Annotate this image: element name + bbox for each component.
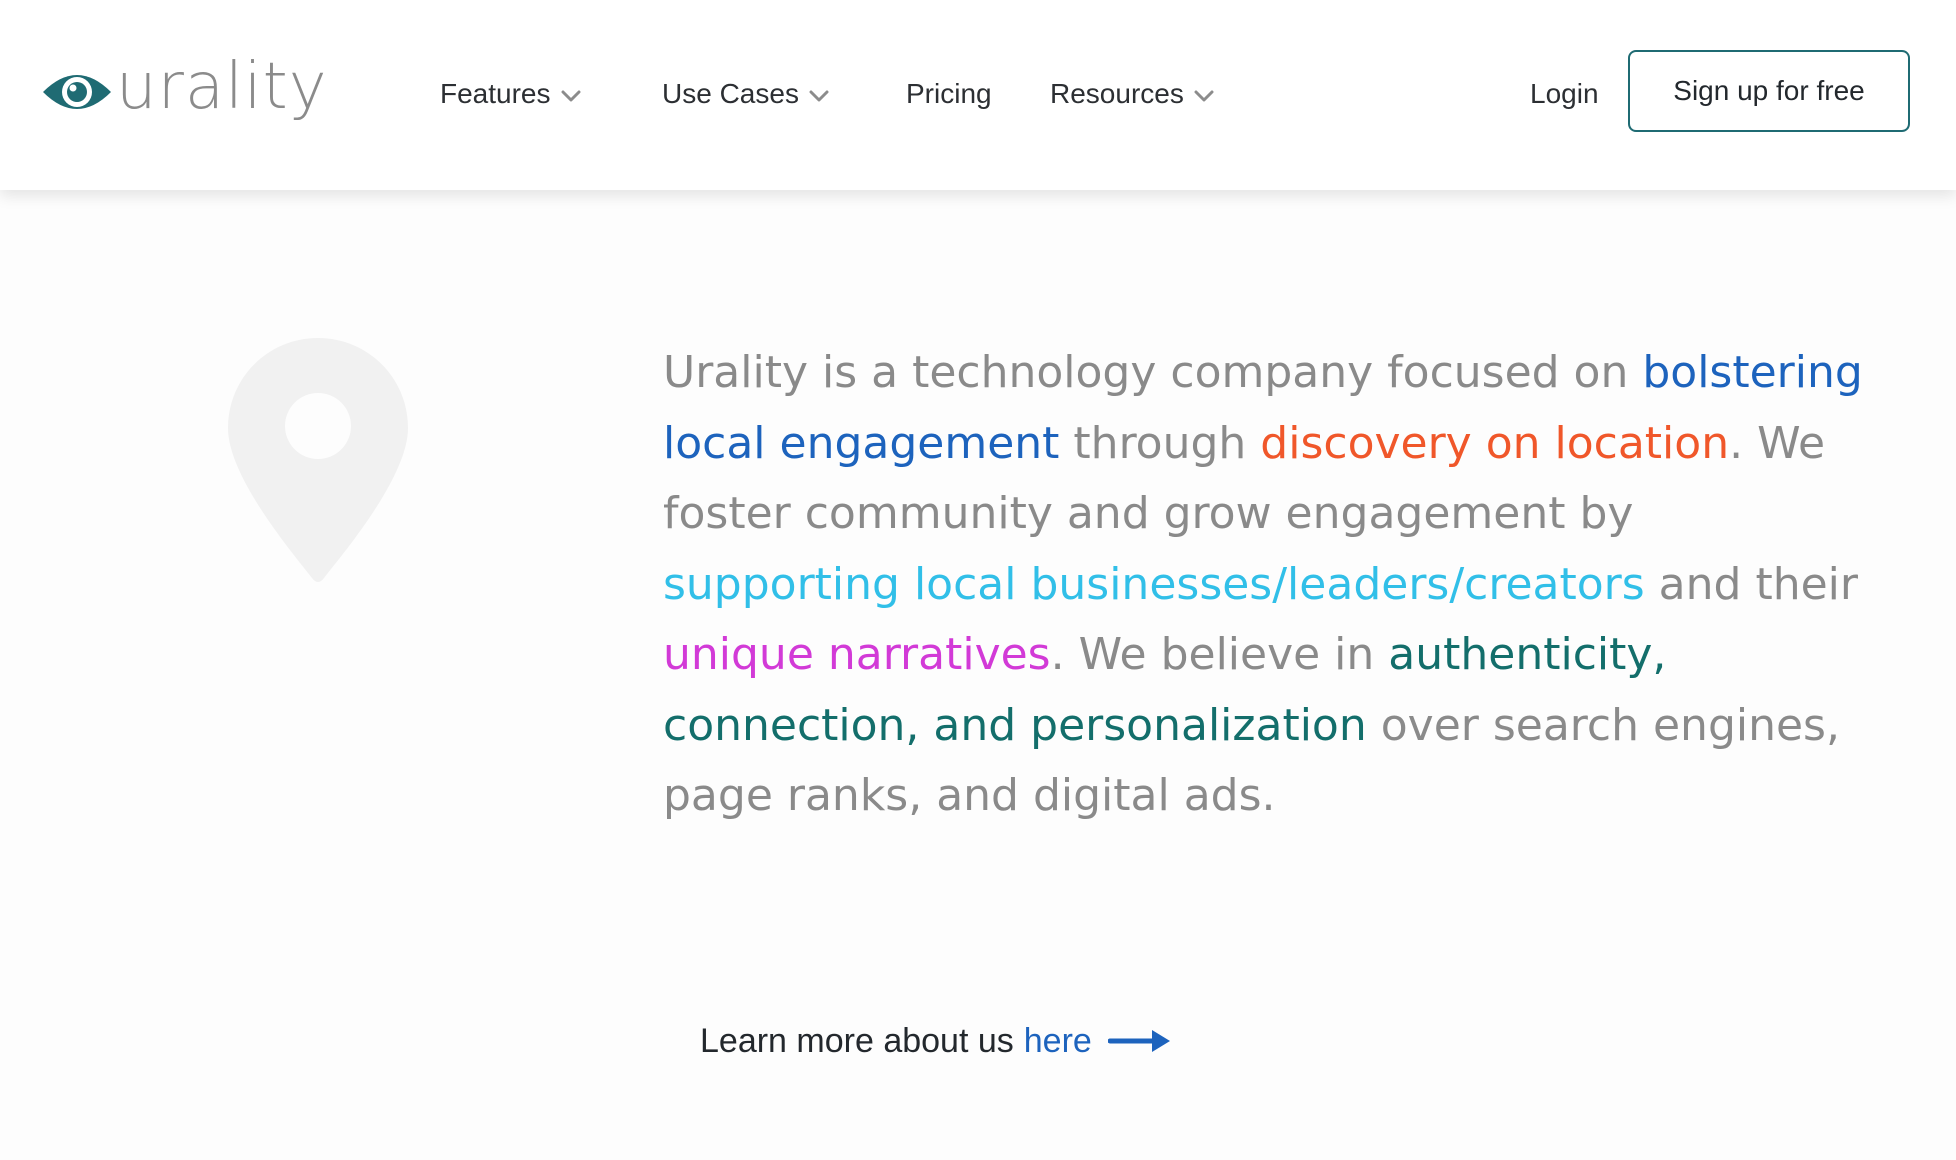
- nav-pricing-label: Pricing: [906, 78, 992, 109]
- nav-use-cases-label: Use Cases: [662, 78, 799, 109]
- chevron-down-icon: [809, 90, 829, 102]
- about-text: Urality is a technology company focused …: [663, 347, 1643, 398]
- signup-button[interactable]: Sign up for free: [1628, 50, 1910, 132]
- about-highlight-narratives: unique narratives: [663, 629, 1051, 680]
- site-header: urality Features Use Cases Pricing Resou…: [0, 0, 1956, 190]
- about-text: . We believe in: [1050, 629, 1389, 680]
- nav-resources[interactable]: Resources: [1050, 74, 1214, 114]
- nav-resources-label: Resources: [1050, 78, 1184, 109]
- about-text: and their: [1644, 558, 1858, 610]
- location-pin-icon: [228, 338, 408, 582]
- about-section: Urality is a technology company focused …: [0, 190, 1956, 1160]
- chevron-down-icon: [1194, 90, 1214, 102]
- about-paragraph: Urality is a technology company focused …: [663, 338, 1863, 832]
- logo-wordmark: urality: [116, 50, 328, 124]
- logo[interactable]: urality: [40, 52, 328, 132]
- nav-use-cases[interactable]: Use Cases: [662, 74, 829, 114]
- nav-features[interactable]: Features: [440, 74, 581, 114]
- about-highlight-discovery: discovery on location: [1260, 417, 1730, 469]
- learn-more-link[interactable]: here: [1024, 1022, 1092, 1061]
- learn-more-text: Learn more about us: [700, 1021, 1014, 1060]
- nav-pricing[interactable]: Pricing: [906, 74, 992, 114]
- chevron-down-icon: [561, 90, 580, 102]
- about-highlight-supporting: supporting local businesses/leaders/crea…: [663, 558, 1645, 610]
- nav-features-label: Features: [440, 78, 551, 109]
- eye-icon: [43, 75, 111, 109]
- about-text: through: [1059, 417, 1261, 469]
- learn-more: Learn more about us here: [700, 1016, 1172, 1066]
- login-link[interactable]: Login: [1530, 74, 1599, 114]
- arrow-right-icon[interactable]: [1107, 1026, 1172, 1056]
